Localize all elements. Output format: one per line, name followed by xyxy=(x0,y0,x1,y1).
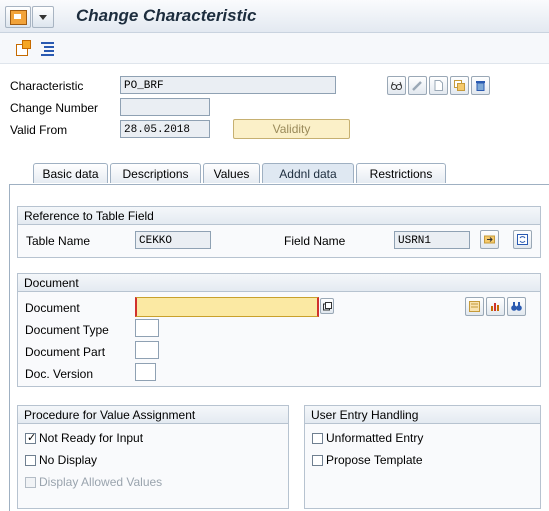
other-characteristic-icon[interactable] xyxy=(15,40,31,56)
valid-from-field[interactable]: 28.05.2018 xyxy=(120,120,210,138)
table-name-label: Table Name xyxy=(26,234,91,248)
document-type-field[interactable] xyxy=(135,319,159,337)
menu-dropdown-button[interactable] xyxy=(32,6,54,28)
document-type-label: Document Type xyxy=(25,323,109,337)
document-icon xyxy=(469,301,480,312)
delete-button[interactable] xyxy=(471,76,490,95)
unformatted-entry-label: Unformatted Entry xyxy=(326,431,424,445)
tab-strip: Basic data Descriptions Values Addnl dat… xyxy=(10,163,549,185)
title-bar: Change Characteristic xyxy=(0,0,549,33)
trash-icon xyxy=(476,81,485,91)
display-button[interactable] xyxy=(387,76,406,95)
document-search-button[interactable] xyxy=(507,297,526,316)
display-allowed-label: Display Allowed Values xyxy=(39,475,163,489)
field-name-label: Field Name xyxy=(284,234,346,248)
propose-template-label: Propose Template xyxy=(326,453,423,467)
glasses-icon xyxy=(391,81,402,90)
tab-addnl-data[interactable]: Addnl data xyxy=(262,163,354,183)
doc-version-field[interactable] xyxy=(135,363,156,381)
goto-field-button[interactable] xyxy=(480,230,499,249)
change-button[interactable] xyxy=(408,76,427,95)
menu-icon xyxy=(10,10,27,25)
refresh-icon xyxy=(517,234,528,245)
create-button[interactable] xyxy=(429,76,448,95)
document-label: Document xyxy=(25,301,80,315)
change-number-field[interactable] xyxy=(120,98,210,116)
document-display-button[interactable] xyxy=(465,297,484,316)
document-field[interactable] xyxy=(135,297,319,317)
document-lookup-button[interactable] xyxy=(320,298,334,314)
reference-group-title: Reference to Table Field xyxy=(18,207,540,225)
document-group-title: Document xyxy=(18,274,540,292)
new-document-icon xyxy=(434,80,443,91)
window-icon xyxy=(323,302,332,311)
doc-version-label: Doc. Version xyxy=(25,367,94,381)
tab-basic-data[interactable]: Basic data xyxy=(33,163,108,183)
change-number-label: Change Number xyxy=(10,101,99,115)
reference-group: Reference to Table Field Table Name CEKK… xyxy=(17,206,541,258)
valid-from-label: Valid From xyxy=(10,123,68,137)
copy-button[interactable] xyxy=(450,76,469,95)
sap-menu-button[interactable] xyxy=(5,6,31,28)
characteristic-label: Characteristic xyxy=(10,79,84,93)
refresh-button[interactable] xyxy=(513,230,532,249)
unformatted-entry-checkbox[interactable] xyxy=(312,433,323,444)
dropdown-arrow-icon xyxy=(39,15,47,20)
user-entry-group: User Entry Handling Unformatted Entry Pr… xyxy=(304,405,541,509)
chart-icon xyxy=(491,303,499,311)
tab-restrictions[interactable]: Restrictions xyxy=(356,163,446,183)
tab-values[interactable]: Values xyxy=(203,163,260,183)
hierarchy-icon[interactable] xyxy=(40,40,56,56)
copy-icon xyxy=(454,80,465,91)
document-part-field[interactable] xyxy=(135,341,159,359)
table-name-field[interactable]: CEKKO xyxy=(135,231,211,249)
propose-template-checkbox[interactable] xyxy=(312,455,323,466)
user-entry-group-title: User Entry Handling xyxy=(305,406,540,424)
no-display-label: No Display xyxy=(39,453,98,467)
application-toolbar xyxy=(0,33,549,64)
validity-button[interactable]: Validity xyxy=(233,119,350,139)
document-part-label: Document Part xyxy=(25,345,106,359)
page-title: Change Characteristic xyxy=(76,6,257,25)
tab-panel: Reference to Table Field Table Name CEKK… xyxy=(9,184,549,511)
binoculars-icon xyxy=(511,302,522,311)
procedure-group: Procedure for Value Assignment ✓ Not Rea… xyxy=(17,405,289,509)
no-display-checkbox[interactable] xyxy=(25,455,36,466)
document-group: Document Document Document Type Document… xyxy=(17,273,541,387)
not-ready-checkbox[interactable]: ✓ xyxy=(25,432,37,444)
characteristic-field[interactable]: PO_BRF xyxy=(120,76,336,94)
not-ready-label: Not Ready for Input xyxy=(39,431,144,445)
procedure-group-title: Procedure for Value Assignment xyxy=(18,406,288,424)
field-name-field[interactable]: USRN1 xyxy=(394,231,470,249)
document-chart-button[interactable] xyxy=(486,297,505,316)
arrow-right-icon xyxy=(484,235,495,244)
checkmark-icon: ✓ xyxy=(27,432,37,444)
display-allowed-checkbox xyxy=(25,477,36,488)
tab-descriptions[interactable]: Descriptions xyxy=(110,163,201,183)
pencil-icon xyxy=(412,81,422,91)
